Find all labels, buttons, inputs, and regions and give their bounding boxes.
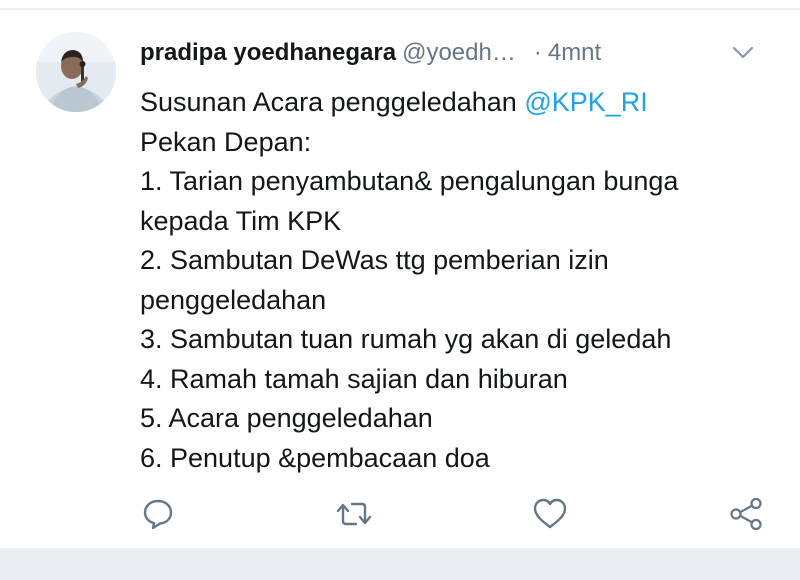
timestamp[interactable]: 4mnt <box>548 39 601 66</box>
tweet-text-line: 5. Acara penggeledahan <box>140 403 433 433</box>
display-name[interactable]: pradipa yoedhanegara <box>140 39 396 66</box>
heart-icon <box>533 498 567 529</box>
reply-icon <box>143 499 173 530</box>
retweet-icon <box>336 502 372 526</box>
tweet[interactable]: pradipa yoedhanegara @yoedh… · 4mnt Susunan… <box>0 10 800 548</box>
retweet-button[interactable] <box>334 494 374 534</box>
tweet-text-line: Susunan Acara penggeledahan @KPK_RI <box>140 83 780 123</box>
tweet-text-line: 4. Ramah tamah sajian dan hiburan <box>140 363 568 394</box>
tweet-text-line: kepada Tim KPK <box>140 205 342 236</box>
tweet-text-prefix: Susunan Acara penggeledahan <box>140 87 525 117</box>
avatar-image <box>36 32 116 112</box>
tweet-text-line: 1. Tarian penyambutan& pengalungan bunga <box>140 166 679 196</box>
share-button[interactable] <box>726 494 766 534</box>
tweet-text: Susunan Acara penggeledahan @KPK_RI Peka… <box>140 83 780 478</box>
like-button[interactable] <box>530 494 570 534</box>
avatar[interactable] <box>36 32 116 112</box>
tweet-header: pradipa yoedhanegara @yoedh… · 4mnt <box>140 36 780 70</box>
user-handle[interactable]: @yoedh… <box>402 39 516 66</box>
tweet-actions <box>0 494 800 534</box>
reply-button[interactable] <box>138 494 178 534</box>
chevron-down-icon <box>732 46 754 59</box>
separator-dot: · <box>533 39 542 66</box>
tweet-text-line: 2. Sambutan DeWas ttg pemberian izin <box>140 245 609 275</box>
more-menu-button[interactable] <box>728 36 758 70</box>
share-icon <box>730 497 762 531</box>
tweet-text-line: penggeledahan <box>140 284 327 315</box>
tweet-text-line: Pekan Depan: <box>140 126 312 157</box>
mention-link[interactable]: @KPK_RI <box>524 87 647 117</box>
tweet-text-line: 6. Penutup &pembacaan doa <box>140 442 490 473</box>
tweet-text-line: 3. Sambutan tuan rumah yg akan di geleda… <box>140 324 672 354</box>
timeline-gap <box>0 548 800 580</box>
